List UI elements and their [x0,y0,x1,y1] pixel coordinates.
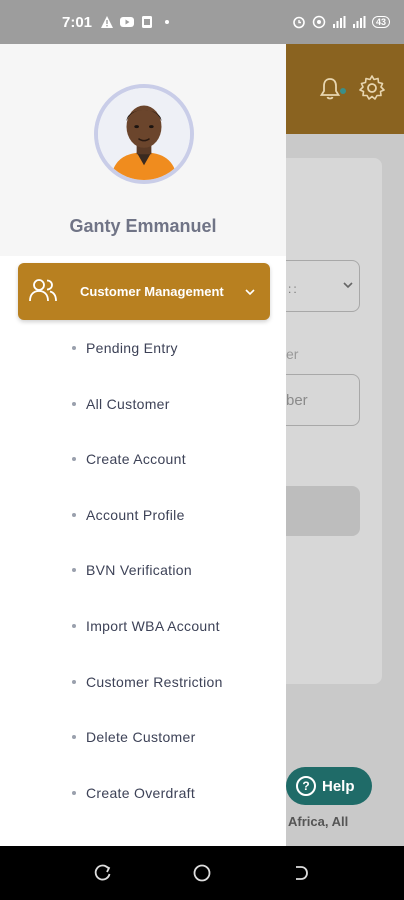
menu-item-account-profile[interactable]: Account Profile [0,487,286,543]
menu-item-label: Account Profile [86,507,185,523]
profile-header: Ganty Emmanuel [0,44,286,256]
menu-item-label: Create Overdraft [86,785,196,801]
bell-icon[interactable] [318,76,342,102]
status-system-icons: 43 [292,15,390,29]
bullet-icon [72,513,76,517]
home-icon[interactable] [192,863,212,883]
help-button[interactable]: ? Help [286,767,372,805]
avatar[interactable] [94,84,194,184]
back-icon[interactable] [291,863,311,883]
system-navigation-bar [0,846,404,900]
help-label: Help [322,777,355,795]
users-icon [29,279,57,302]
bullet-icon [72,457,76,461]
bullet-icon [72,568,76,572]
menu-item-pending-entry[interactable]: Pending Entry [0,320,286,376]
bullet-icon [72,735,76,739]
chevron-down-icon [343,282,353,289]
office-icon [142,16,153,28]
select-value: :: [288,282,299,296]
bullet-icon [72,402,76,406]
recent-apps-icon[interactable] [93,863,113,883]
navigation-drawer: Ganty Emmanuel Customer Management Pendi… [0,44,286,846]
menu-item-label: BVN Verification [86,562,192,578]
chevron-down-icon [245,289,255,296]
menu-item-bvn-verification[interactable]: BVN Verification [0,542,286,598]
field-label: er [286,346,299,362]
signal-icon [332,16,346,28]
hotspot-icon [312,15,326,29]
bullet-icon [72,346,76,350]
menu-item-delete-customer[interactable]: Delete Customer [0,709,286,765]
notification-dot [340,88,346,94]
footer-text: Africa, All [288,814,349,829]
menu-section-label: Customer Management [80,284,224,299]
signal-icon-2 [352,16,366,28]
menu-item-label: Import WBA Account [86,618,220,634]
more-notifications-icon [165,20,170,24]
bullet-icon [72,624,76,628]
menu-item-create-overdraft[interactable]: Create Overdraft [0,765,286,821]
menu-section-customer-management[interactable]: Customer Management [18,263,270,320]
youtube-icon [120,17,135,27]
menu-item-all-customer[interactable]: All Customer [0,376,286,432]
status-notification-icons [100,15,174,29]
menu-item-label: Create Account [86,451,186,467]
input-placeholder: ber [286,392,308,409]
help-icon: ? [296,776,316,796]
alarm-icon [293,16,305,29]
menu-item-import-wba-account[interactable]: Import WBA Account [0,598,286,654]
status-time: 7:01 [62,13,93,31]
status-bar: 7:01 43 [0,0,404,44]
battery-icon: 43 [371,16,390,28]
menu-item-create-account[interactable]: Create Account [0,431,286,487]
gear-icon[interactable] [358,74,386,102]
user-name: Ganty Emmanuel [69,216,217,236]
avatar-image [98,88,190,180]
menu-item-label: All Customer [86,396,170,412]
menu-item-customer-restriction[interactable]: Customer Restriction [0,654,286,710]
menu-item-label: Delete Customer [86,729,196,745]
bullet-icon [72,680,76,684]
warning-icon [101,16,114,28]
menu-item-label: Pending Entry [86,340,178,356]
menu-item-label: Customer Restriction [86,674,223,690]
bullet-icon [72,791,76,795]
